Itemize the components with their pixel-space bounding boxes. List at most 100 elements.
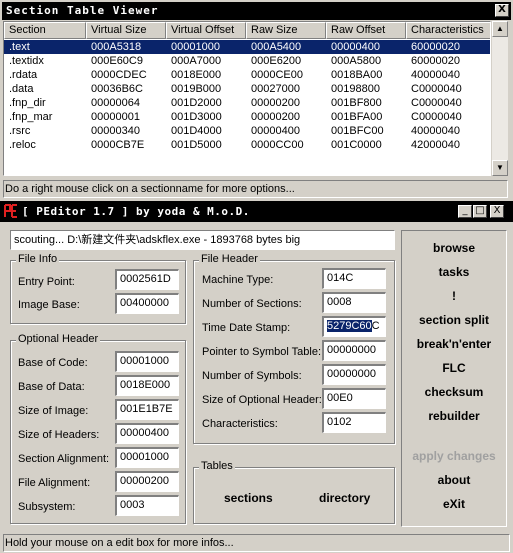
file-header-field-input[interactable]: 00000000 xyxy=(322,364,386,385)
optional-field-input[interactable]: 00001000 xyxy=(115,447,179,468)
cell-virtual-size: 000E60C9 xyxy=(91,55,143,67)
scroll-down-button[interactable]: ▼ xyxy=(492,160,508,176)
optional-field-input[interactable]: 00001000 xyxy=(115,351,179,372)
cell-virtual-size: 0000CDEC xyxy=(91,69,147,81)
vertical-scrollbar[interactable]: ▲ ▼ xyxy=(492,21,508,176)
optional-field-input[interactable]: 00000200 xyxy=(115,471,179,492)
table-row[interactable]: .data 00036B6C 0019B000 00027000 00198800 C00… xyxy=(4,82,490,96)
file-header-field-input[interactable]: 0102 xyxy=(322,412,386,433)
minimize-button[interactable]: _ xyxy=(458,205,472,218)
section-table-viewer-window: Section Table Viewer X Section Virtual S… xyxy=(0,0,513,200)
break-n-enter-button[interactable]: break'n'enter xyxy=(402,337,506,351)
file-header-field-label: Size of Optional Header: xyxy=(202,394,322,406)
column-header-characteristics[interactable]: Characteristics xyxy=(406,22,490,39)
optional-field-label: Size of Image: xyxy=(18,405,89,417)
column-header-section[interactable]: Section xyxy=(4,22,86,39)
table-row[interactable]: .fnp_mar 00000001 001D3000 00000200 001BFA00… xyxy=(4,110,490,124)
file-header-field-input[interactable]: 0008 xyxy=(322,292,386,313)
cell-section[interactable]: .rdata xyxy=(4,68,37,82)
sections-button[interactable]: sections xyxy=(224,491,273,505)
peditor-titlebar: [ PEditor 1.7 ] by yoda & M.o.D. _ □ X xyxy=(0,201,513,222)
file-header-group: File Header Machine Type: 014C Number of S… xyxy=(193,253,395,444)
cell-raw-size: 00000200 xyxy=(251,97,300,109)
cell-section[interactable]: .rsrc xyxy=(4,124,30,138)
file-header-field-input[interactable]: 014C xyxy=(322,268,386,289)
optional-field-label: Subsystem: xyxy=(18,501,76,513)
table-row[interactable]: .reloc 0000CB7E 001D5000 0000CC00 001C0000 42… xyxy=(4,138,490,152)
table-row[interactable]: .rdata 0000CDEC 0018E000 0000CE00 0018BA00 40… xyxy=(4,68,490,82)
optional-field-input[interactable]: 0018E000 xyxy=(115,375,179,396)
optional-field-input[interactable]: 001E1B7E xyxy=(115,399,179,420)
tables-title: Tables xyxy=(199,460,235,472)
cell-raw-offset: 00198800 xyxy=(331,83,380,95)
cell-raw-offset: 00000400 xyxy=(331,41,380,53)
column-header-virtual-size[interactable]: Virtual Size xyxy=(86,22,166,39)
flc-button[interactable]: FLC xyxy=(402,361,506,375)
cell-virtual-size: 000A5318 xyxy=(91,41,142,53)
image-base-input[interactable]: 00400000 xyxy=(115,293,179,314)
scroll-down-icon: ▼ xyxy=(496,163,504,172)
file-header-field-label: Number of Sections: xyxy=(202,298,302,310)
cell-raw-size: 0000CE00 xyxy=(251,69,303,81)
tasks-button[interactable]: tasks xyxy=(402,265,506,279)
scroll-up-button[interactable]: ▲ xyxy=(492,21,508,37)
cell-raw-size: 00027000 xyxy=(251,83,300,95)
maximize-icon: □ xyxy=(475,205,485,216)
cell-section[interactable]: .textidx xyxy=(4,54,44,68)
entry-point-input[interactable]: 0002561D xyxy=(115,269,179,290)
optional-field-label: Section Alignment: xyxy=(18,453,110,465)
unselected-text: C xyxy=(371,320,380,332)
cell-characteristics: C0000040 xyxy=(411,97,462,109)
file-header-field-input[interactable]: 00000000 xyxy=(322,340,386,361)
column-header-virtual-offset[interactable]: Virtual Offset xyxy=(166,22,246,39)
cell-section[interactable]: .fnp_dir xyxy=(4,96,46,110)
peditor-status: Hold your mouse on a edit box for more i… xyxy=(3,534,510,552)
cell-raw-offset: 001C0000 xyxy=(331,139,382,151)
table-row[interactable]: .textidx 000E60C9 000A7000 000E6200 000A5800… xyxy=(4,54,490,68)
cell-characteristics: C0000040 xyxy=(411,83,462,95)
file-header-field-input[interactable]: 00E0 xyxy=(322,388,386,409)
table-row[interactable]: .rsrc 00000340 001D4000 00000400 001BFC00 400… xyxy=(4,124,490,138)
cell-raw-size: 00000200 xyxy=(251,111,300,123)
cell-raw-offset: 000A5800 xyxy=(331,55,382,67)
cell-characteristics: 60000020 xyxy=(411,55,460,67)
cell-section[interactable]: .reloc xyxy=(4,138,36,152)
close-button[interactable]: X xyxy=(495,4,509,17)
checksum-button[interactable]: checksum xyxy=(402,385,506,399)
peditor-close-button[interactable]: X xyxy=(490,205,504,218)
cell-characteristics: C0000040 xyxy=(411,111,462,123)
cell-virtual-offset: 001D4000 xyxy=(171,125,222,137)
file-header-field-input[interactable]: 5279C60C xyxy=(322,316,386,337)
optional-field-input[interactable]: 0003 xyxy=(115,495,179,516)
cell-section[interactable]: .data xyxy=(4,82,33,96)
optional-header-group: Optional Header Base of Code: 00001000 Bas… xyxy=(10,333,186,524)
image-base-label: Image Base: xyxy=(18,299,80,311)
cell-characteristics: 40000040 xyxy=(411,69,460,81)
section-viewer-title: Section Table Viewer xyxy=(6,4,159,17)
cell-characteristics: 60000020 xyxy=(411,41,460,53)
file-info-title: File Info xyxy=(16,253,60,265)
table-row[interactable]: .fnp_dir 00000064 001D2000 00000200 001BF800… xyxy=(4,96,490,110)
cell-section[interactable]: .fnp_mar xyxy=(4,110,52,124)
exit-button[interactable]: eXit xyxy=(402,497,506,511)
file-header-title: File Header xyxy=(199,253,260,265)
section-table: Section Virtual Size Virtual Offset Raw … xyxy=(3,21,491,176)
optional-field-input[interactable]: 00000400 xyxy=(115,423,179,444)
peditor-logo-icon xyxy=(3,204,19,218)
browse-button[interactable]: browse xyxy=(402,241,506,255)
cell-virtual-size: 00036B6C xyxy=(91,83,143,95)
rebuilder-button[interactable]: rebuilder xyxy=(402,409,506,423)
about-button[interactable]: about xyxy=(402,473,506,487)
cell-virtual-size: 00000064 xyxy=(91,97,140,109)
maximize-button[interactable]: □ xyxy=(473,205,487,218)
section-split-button[interactable]: section split xyxy=(402,313,506,327)
table-row[interactable]: .text 000A5318 00001000 000A5400 00000400 600… xyxy=(4,40,490,54)
column-header-raw-offset[interactable]: Raw Offset xyxy=(326,22,406,39)
column-header-raw-size[interactable]: Raw Size xyxy=(246,22,326,39)
file-path-field: scouting... D:\新建文件夹\adskflex.exe - 1893… xyxy=(10,230,395,250)
section-viewer-titlebar: Section Table Viewer X xyxy=(2,2,511,20)
cell-section[interactable]: .text xyxy=(4,40,30,54)
directory-button[interactable]: directory xyxy=(319,491,370,505)
run-button[interactable]: ! xyxy=(402,289,506,303)
section-viewer-status: Do a right mouse click on a sectionname … xyxy=(3,180,508,198)
